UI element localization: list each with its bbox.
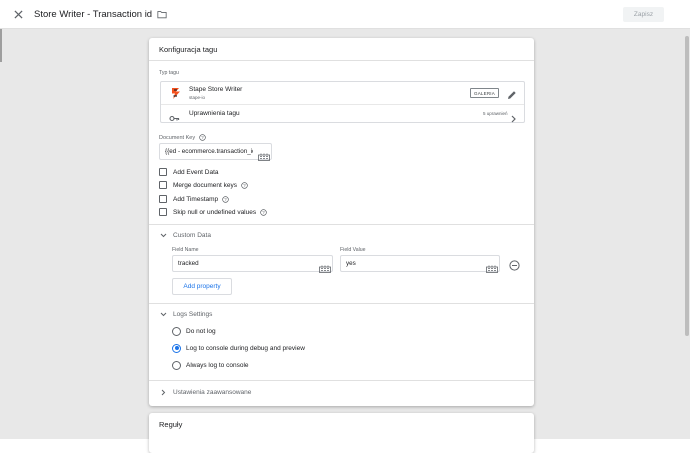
advanced-settings-section-toggle[interactable]: Ustawienia zaawansowane xyxy=(160,387,251,397)
gallery-badge: GALERIA xyxy=(470,88,499,98)
checkbox[interactable] xyxy=(159,195,167,203)
svg-text:?: ? xyxy=(243,183,246,188)
svg-text:?: ? xyxy=(262,210,265,215)
radio-do-not-log[interactable]: Do not log xyxy=(172,326,216,336)
card-title: Konfiguracja tagu xyxy=(159,45,218,54)
field-value-value: yes xyxy=(346,260,356,267)
checkbox-label: Skip null or undefined values xyxy=(173,208,257,216)
page-title: Store Writer - Transaction id xyxy=(34,8,153,20)
document-key-input[interactable]: {{ed - ecommerce.transaction_id}} xyxy=(159,143,272,161)
field-value-input[interactable]: yes xyxy=(340,255,500,273)
section-label: Custom Data xyxy=(173,231,211,239)
chevron-down-icon xyxy=(160,311,167,318)
field-name-label: Field Name xyxy=(172,247,199,253)
checkbox-merge-document-keys[interactable]: Merge document keys ? xyxy=(159,180,248,190)
help-icon[interactable]: ? xyxy=(222,195,229,203)
radio-log-debug[interactable]: Log to console during debug and preview xyxy=(172,343,305,353)
permissions-count: 5 uprawnień xyxy=(483,111,508,116)
tag-template-vendor: stape-io xyxy=(189,95,206,100)
close-icon[interactable] xyxy=(11,7,25,21)
section-label: Logs Settings xyxy=(173,310,213,318)
svg-text:?: ? xyxy=(224,197,227,202)
help-icon[interactable]: ? xyxy=(241,181,248,189)
radio-button[interactable] xyxy=(172,343,181,353)
variable-picker-icon[interactable] xyxy=(319,260,331,273)
tag-type-label: Typ tagu xyxy=(159,70,179,76)
remove-row-icon[interactable] xyxy=(509,258,520,271)
add-property-button[interactable]: Add property xyxy=(172,278,232,295)
svg-text:?: ? xyxy=(201,135,204,140)
chevron-down-icon xyxy=(160,232,167,239)
top-bar: Store Writer - Transaction id Zapisz xyxy=(0,0,690,29)
custom-data-section-toggle[interactable]: Custom Data xyxy=(160,230,211,240)
radio-button[interactable] xyxy=(172,360,181,370)
variable-picker-icon[interactable] xyxy=(258,148,270,161)
tag-template-name: Stape Store Writer xyxy=(189,86,243,93)
checkbox[interactable] xyxy=(159,168,167,176)
radio-label: Always log to console xyxy=(186,361,249,369)
pencil-icon[interactable] xyxy=(507,87,518,99)
rules-card[interactable]: Reguły xyxy=(149,413,534,453)
checkbox-add-event-data[interactable]: Add Event Data xyxy=(159,167,219,177)
key-icon xyxy=(169,110,180,122)
divider xyxy=(149,303,534,304)
save-button[interactable]: Zapisz xyxy=(623,7,664,22)
checkbox-add-timestamp[interactable]: Add Timestamp ? xyxy=(159,194,229,204)
checkbox[interactable] xyxy=(159,208,167,216)
tag-type-box[interactable]: Stape Store Writer stape-io GALERIA Upra… xyxy=(160,81,525,123)
stape-logo-icon xyxy=(171,87,181,100)
checkbox-label: Merge document keys xyxy=(173,181,237,189)
left-edge xyxy=(0,29,2,62)
scrollbar[interactable] xyxy=(685,36,689,336)
radio-always-log[interactable]: Always log to console xyxy=(172,360,249,370)
permissions-label: Uprawnienia tagu xyxy=(189,110,240,117)
logs-settings-section-toggle[interactable]: Logs Settings xyxy=(160,309,212,319)
folder-icon[interactable] xyxy=(157,9,167,19)
radio-label: Log to console during debug and preview xyxy=(186,344,305,352)
tag-permissions-row[interactable]: Uprawnienia tagu 5 uprawnień xyxy=(161,104,524,123)
chevron-right-icon xyxy=(510,110,518,123)
divider xyxy=(149,60,534,61)
chevron-right-icon xyxy=(160,389,167,396)
field-name-value: tracked xyxy=(178,260,199,267)
document-key-value: {{ed - ecommerce.transaction_id}} xyxy=(165,148,253,155)
help-icon[interactable]: ? xyxy=(199,134,206,141)
help-icon[interactable]: ? xyxy=(260,208,267,216)
field-value-label: Field Value xyxy=(340,247,366,253)
document-key-label-text: Document Key xyxy=(159,134,196,141)
radio-button[interactable] xyxy=(172,326,181,336)
section-label: Ustawienia zaawansowane xyxy=(173,388,252,396)
document-key-label: Document Key ? xyxy=(159,134,206,141)
variable-picker-icon[interactable] xyxy=(486,260,498,273)
checkbox[interactable] xyxy=(159,181,167,189)
field-name-input[interactable]: tracked xyxy=(172,255,333,273)
card-title: Reguły xyxy=(159,420,183,429)
radio-label: Do not log xyxy=(186,327,216,335)
checkbox-label: Add Timestamp xyxy=(173,195,219,203)
divider xyxy=(149,380,534,381)
checkbox-label: Add Event Data xyxy=(173,168,219,176)
checkbox-skip-null-values[interactable]: Skip null or undefined values ? xyxy=(159,207,267,217)
divider xyxy=(149,224,534,225)
